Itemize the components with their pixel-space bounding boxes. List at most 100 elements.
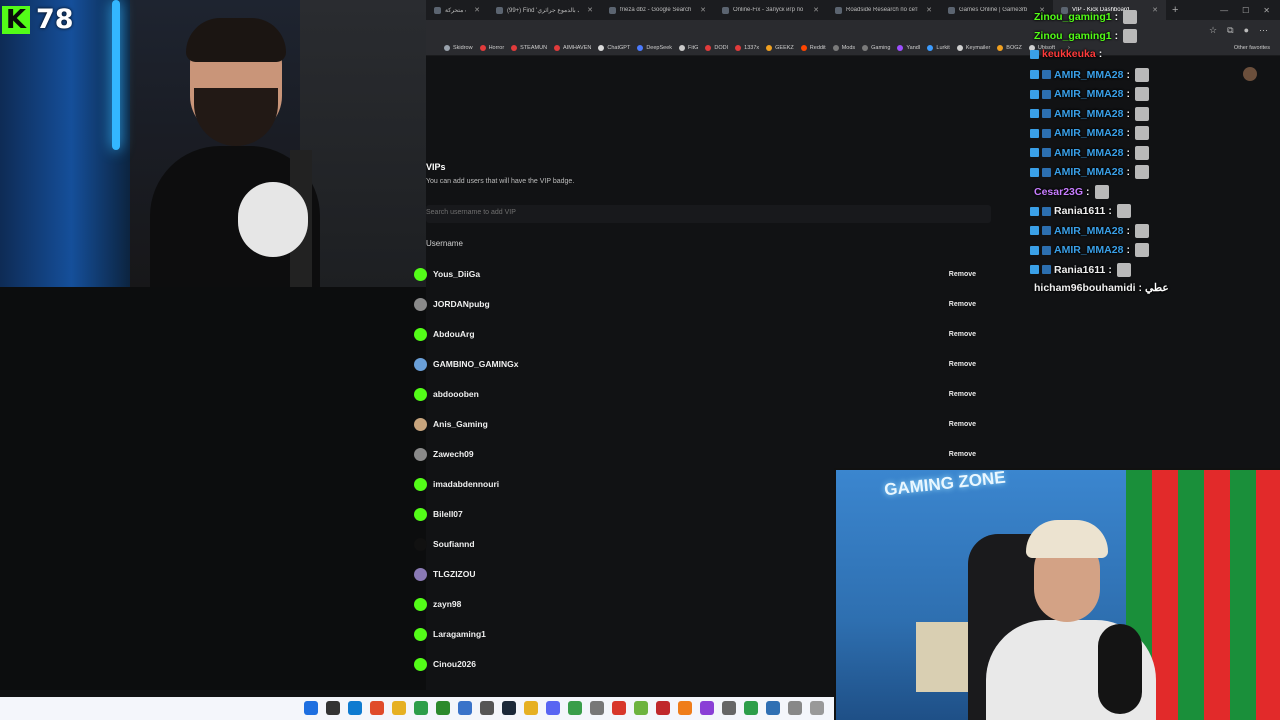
bookmark-item[interactable]: YandI [897,44,927,51]
remove-vip-button[interactable]: Remove [949,451,976,458]
pencil-app-icon[interactable] [524,701,538,715]
vip-username[interactable]: Anis_Gaming [433,419,488,429]
red-app-icon[interactable] [612,701,626,715]
browser-tab[interactable]: Roadside Research по сети без ✕ [827,0,940,20]
chrome-icon[interactable] [568,701,582,715]
chat-username[interactable]: Rania1611 [1054,205,1105,217]
chat-separator: : [1138,282,1143,294]
discord-icon[interactable] [546,701,560,715]
file-explorer-icon[interactable] [392,701,406,715]
chat-username[interactable]: AMIR_MMA28 [1054,166,1123,178]
bookmark-item[interactable]: Reddit [800,44,833,51]
browser-tab[interactable]: ثيوبيات متحركة ✕ [426,0,488,20]
tab-close-icon[interactable]: ✕ [587,6,593,14]
nvidia-icon[interactable] [634,701,648,715]
brave-browser-icon[interactable] [370,701,384,715]
tab-close-icon[interactable]: ✕ [813,6,819,14]
chat-username[interactable]: AMIR_MMA28 [1054,69,1123,81]
windows-start-icon[interactable] [304,701,318,715]
chat-username[interactable]: Zinou_gaming1 [1034,30,1112,42]
bookmark-item[interactable]: 1337x [735,44,766,51]
chat-username[interactable]: AMIR_MMA28 [1054,225,1123,237]
app-icon-gray3[interactable] [722,701,736,715]
chat-username[interactable]: Cesar23G [1034,186,1083,198]
browser-tab[interactable]: frieza dbz - Google Search ✕ [601,0,714,20]
bookmark-item[interactable]: DODI [705,44,735,51]
app-icon-gray4[interactable] [788,701,802,715]
search-icon[interactable] [326,701,340,715]
black-area [0,287,426,690]
vip-username[interactable]: Soufiannd [433,539,475,549]
vip-search-input[interactable]: Search username to add VIP [426,205,991,223]
red-app-icon2[interactable] [656,701,670,715]
app-icon-gray5[interactable] [810,701,824,715]
chart-app-icon[interactable] [744,701,758,715]
vip-username[interactable]: GAMBINO_GAMINGx [433,359,518,369]
chat-badge-icon [1030,265,1039,274]
remove-vip-button[interactable]: Remove [949,391,976,398]
bookmark-item[interactable]: ChatGPT [598,44,637,51]
vip-username[interactable]: Zawech09 [433,449,474,459]
vip-username[interactable]: TLGZIZOU [433,569,476,579]
bookmark-item[interactable]: Gaming [862,44,897,51]
orange-app-icon[interactable] [678,701,692,715]
chat-username[interactable]: AMIR_MMA28 [1054,108,1123,120]
vip-username[interactable]: imadabdennouri [433,479,499,489]
vip-username[interactable]: JORDANpubg [433,299,490,309]
remove-vip-button[interactable]: Remove [949,361,976,368]
globe-icon[interactable] [458,701,472,715]
bookmark-item[interactable]: DeepSeek [637,44,679,51]
tab-close-icon[interactable]: ✕ [700,6,706,14]
edge-browser-icon[interactable] [348,701,362,715]
browser-tab[interactable]: (99+) Find 'شوتك بالدموع جرائري' ✕ [488,0,601,20]
user-avatar-icon [414,417,427,431]
bookmark-item[interactable]: Lurkit [927,44,956,51]
browser-tab[interactable]: Online-Fix - Запуск игр по сети ✕ [714,0,827,20]
chat-username[interactable]: AMIR_MMA28 [1054,147,1123,159]
vip-username[interactable]: Bilell07 [433,509,463,519]
remove-vip-button[interactable]: Remove [949,331,976,338]
user-avatar-icon [414,267,427,281]
chat-emote-icon [1123,29,1138,43]
purple-app-icon[interactable] [700,701,714,715]
bookmark-item[interactable]: GEEKZ [766,44,801,51]
bookmark-item[interactable]: Horror [479,44,512,51]
bookmark-item[interactable]: Skidrow [444,44,480,51]
bookmark-item[interactable]: AIMHAVEN [554,44,598,51]
green-app-icon[interactable] [414,701,428,715]
tab-close-icon[interactable]: ✕ [474,6,480,14]
app-icon-gray2[interactable] [590,701,604,715]
chat-username[interactable]: AMIR_MMA28 [1054,127,1123,139]
bookmark-item[interactable]: FitG [679,44,705,51]
xbox-icon[interactable] [436,701,450,715]
bookmark-item[interactable]: STEAMUN [511,44,554,51]
user-avatar-icon [414,387,427,401]
vip-username[interactable]: zayn98 [433,599,461,609]
remove-vip-button[interactable]: Remove [949,421,976,428]
vip-username[interactable]: AbdouArg [433,329,475,339]
remove-vip-button[interactable]: Remove [949,271,976,278]
steam-icon[interactable] [502,701,516,715]
bookmark-item[interactable]: Keymailer [956,44,997,51]
chat-badge-icon [1042,148,1051,157]
vip-username[interactable]: Laragaming1 [433,629,486,639]
bookmark-label: Skidrow [453,44,473,51]
tab-close-icon[interactable]: ✕ [926,6,932,14]
remove-vip-button[interactable]: Remove [949,301,976,308]
chat-username[interactable]: AMIR_MMA28 [1054,244,1123,256]
vip-username[interactable]: Yous_DiiGa [433,269,480,279]
chat-separator: : [1126,244,1130,256]
chat-username[interactable]: Rania1611 [1054,264,1105,276]
vip-username[interactable]: abdoooben [433,389,479,399]
chat-username[interactable]: AMIR_MMA28 [1054,88,1123,100]
bookmark-item[interactable]: Mods [832,44,862,51]
app-icon-gray[interactable] [480,701,494,715]
chat-username[interactable]: Zinou_gaming1 [1034,11,1112,23]
bookmark-label: DODI [714,44,729,51]
chat-badge-icon [1042,167,1051,177]
network-app-icon[interactable] [766,701,780,715]
chat-username[interactable]: keukkeuka [1042,48,1096,60]
vip-username[interactable]: Cinou2026 [433,659,476,669]
chat-username[interactable]: hicham96bouhamidi [1034,282,1136,294]
bookmark-item[interactable]: BOGZ [997,44,1029,51]
